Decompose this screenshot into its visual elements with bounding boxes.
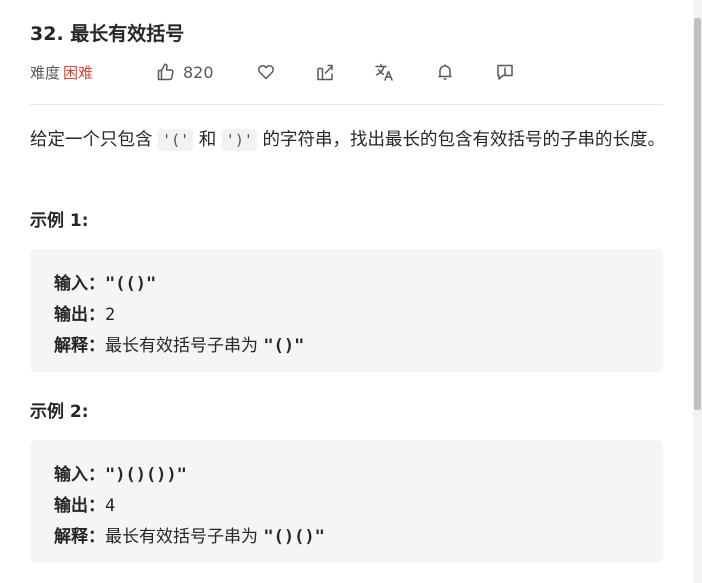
scrollbar[interactable] — [693, 0, 702, 583]
heart-icon — [256, 62, 276, 82]
example-explanation: 解释：最长有效括号子串为 "()" — [54, 331, 304, 356]
bell-icon — [435, 62, 455, 82]
difficulty-badge: 困难 — [63, 63, 94, 82]
description-text: 的字符串，找出最长的包含有效括号的子串的长度。 — [256, 130, 665, 150]
translate-icon — [374, 62, 396, 82]
example-block: 输入："(()" 输出：2 解释：最长有效括号子串为 "()" — [30, 249, 663, 372]
explain-text: 最长有效括号子串为 — [105, 336, 264, 356]
feedback-icon — [495, 62, 515, 82]
input-label: 输入： — [54, 274, 105, 294]
example-output: 输出：4 — [54, 491, 115, 516]
translate-button[interactable] — [374, 58, 396, 86]
problem-description: 给定一个只包含 '(' 和 ')' 的字符串，找出最长的包含有效括号的子串的长度… — [30, 125, 670, 156]
problem-description-panel: 32. 最长有效括号 难度 困难 820 给定一个只包含 '(' 和 ')' 的… — [0, 0, 702, 583]
problem-title: 32. 最长有效括号 — [30, 23, 185, 45]
thumbs-up-icon — [156, 62, 176, 82]
example-input: 输入：")()())" — [54, 460, 187, 485]
example-output: 输出：2 — [54, 300, 115, 325]
input-label: 输入： — [54, 465, 105, 485]
example-heading: 示例 2: — [30, 402, 89, 422]
divider — [30, 104, 663, 105]
favorite-button[interactable] — [256, 58, 276, 86]
difficulty-label: 难度 — [30, 63, 61, 82]
inline-code: ')' — [221, 129, 257, 151]
explain-value: "()" — [263, 336, 305, 356]
like-count: 820 — [183, 62, 214, 82]
explain-value: "()()" — [263, 527, 325, 547]
example-heading: 示例 1: — [30, 211, 89, 231]
output-value: 4 — [105, 496, 116, 516]
feedback-button[interactable] — [495, 58, 515, 86]
output-value: 2 — [105, 305, 116, 325]
inline-code: '(' — [158, 129, 194, 151]
example-block: 输入：")()())" 输出：4 解释：最长有效括号子串为 "()()" — [30, 440, 663, 563]
like-button[interactable]: 820 — [156, 58, 214, 86]
problem-meta-row: 难度 困难 820 — [30, 58, 663, 86]
explain-label: 解释： — [54, 527, 105, 547]
share-button[interactable] — [315, 58, 335, 86]
scrollbar-thumb[interactable] — [694, 18, 701, 410]
description-text: 和 — [193, 130, 222, 150]
explain-text: 最长有效括号子串为 — [105, 527, 264, 547]
explain-label: 解释： — [54, 336, 105, 356]
share-icon — [315, 62, 335, 82]
notification-button[interactable] — [435, 58, 455, 86]
example-input: 输入："(()" — [54, 269, 156, 294]
example-explanation: 解释：最长有效括号子串为 "()()" — [54, 522, 325, 547]
input-value: ")()())" — [105, 465, 187, 485]
input-value: "(()" — [105, 274, 157, 294]
output-label: 输出： — [54, 496, 105, 516]
description-text: 给定一个只包含 — [30, 130, 159, 150]
output-label: 输出： — [54, 305, 105, 325]
